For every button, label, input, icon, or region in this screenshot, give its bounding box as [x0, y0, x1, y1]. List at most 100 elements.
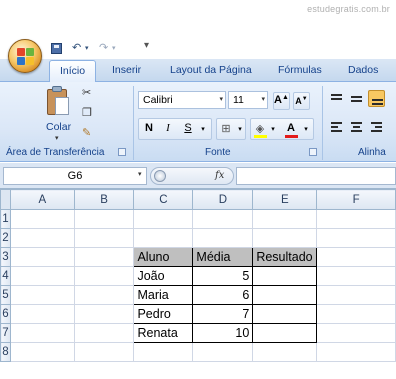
- row-header[interactable]: 3: [0, 247, 11, 267]
- header-cell-media[interactable]: Média: [192, 247, 254, 267]
- header-cell-aluno[interactable]: Aluno: [133, 247, 194, 267]
- cell[interactable]: [316, 266, 396, 286]
- aluno-cell[interactable]: Pedro: [133, 304, 194, 324]
- row-header[interactable]: 8: [0, 342, 11, 362]
- redo-dropdown-icon[interactable]: ▾: [112, 44, 116, 52]
- media-cell[interactable]: 6: [192, 285, 254, 305]
- media-cell[interactable]: 7: [192, 304, 254, 324]
- aluno-cell[interactable]: João: [133, 266, 194, 286]
- cell[interactable]: [73, 247, 135, 267]
- italic-button[interactable]: I: [160, 119, 176, 139]
- font-size-select[interactable]: 11 ▾: [228, 91, 268, 109]
- resultado-cell[interactable]: [252, 323, 318, 343]
- resultado-cell[interactable]: [252, 266, 318, 286]
- insert-function-button[interactable]: fx: [215, 170, 224, 181]
- undo-icon[interactable]: ↶: [72, 41, 81, 54]
- row-header[interactable]: 4: [0, 266, 11, 286]
- cell[interactable]: [9, 342, 75, 362]
- underline-button[interactable]: S: [180, 119, 196, 139]
- office-button[interactable]: [8, 39, 42, 73]
- font-name-select[interactable]: Calibri ▾: [138, 91, 226, 109]
- borders-dropdown-icon[interactable]: ▾: [235, 119, 245, 139]
- save-icon[interactable]: [51, 43, 62, 54]
- customize-toolbar-icon[interactable]: ▾: [144, 40, 149, 51]
- cell[interactable]: [316, 342, 396, 362]
- tab-layout-da-pagina[interactable]: Layout da Página: [170, 64, 252, 76]
- format-painter-icon[interactable]: ✎: [82, 126, 91, 139]
- cell[interactable]: [133, 228, 194, 248]
- align-top-icon[interactable]: [328, 90, 345, 107]
- name-box[interactable]: G6: [3, 167, 147, 185]
- copy-icon[interactable]: ❐: [82, 106, 92, 119]
- cell[interactable]: [9, 228, 75, 248]
- undo-dropdown-icon[interactable]: ▾: [85, 44, 89, 52]
- cell[interactable]: [73, 323, 135, 343]
- resultado-cell[interactable]: [252, 304, 318, 324]
- cell[interactable]: [192, 228, 254, 248]
- align-middle-icon[interactable]: [348, 90, 365, 107]
- cell[interactable]: [192, 342, 254, 362]
- row-header[interactable]: 5: [0, 285, 11, 305]
- column-header[interactable]: A: [9, 189, 75, 210]
- media-cell[interactable]: 5: [192, 266, 254, 286]
- column-header[interactable]: B: [73, 189, 135, 210]
- align-bottom-icon[interactable]: [368, 90, 385, 107]
- cell[interactable]: [252, 228, 318, 248]
- align-right-icon[interactable]: [368, 119, 385, 136]
- cell[interactable]: [73, 342, 135, 362]
- redo-icon[interactable]: ↷: [99, 41, 108, 54]
- bold-button[interactable]: N: [141, 119, 157, 139]
- row-header[interactable]: 6: [0, 304, 11, 324]
- tab-inserir[interactable]: Inserir: [112, 64, 141, 76]
- name-box-dropdown-icon[interactable]: ▾: [138, 170, 142, 178]
- cell[interactable]: [316, 285, 396, 305]
- cell[interactable]: [9, 266, 75, 286]
- tab-inicio[interactable]: Início: [49, 60, 97, 83]
- cell[interactable]: [9, 247, 75, 267]
- resultado-cell[interactable]: [252, 285, 318, 305]
- align-center-icon[interactable]: [348, 119, 365, 136]
- cell[interactable]: [9, 209, 75, 229]
- cell[interactable]: [73, 285, 135, 305]
- font-launcher-icon[interactable]: [309, 148, 317, 156]
- cell[interactable]: [316, 304, 396, 324]
- align-left-icon[interactable]: [328, 119, 345, 136]
- cell[interactable]: [73, 209, 135, 229]
- shrink-font-button[interactable]: A▼: [293, 92, 310, 110]
- cell[interactable]: [192, 209, 254, 229]
- row-header[interactable]: 1: [0, 209, 11, 229]
- media-cell[interactable]: 10: [192, 323, 254, 343]
- column-header[interactable]: E: [252, 189, 318, 210]
- cell[interactable]: [73, 304, 135, 324]
- column-header[interactable]: F: [316, 189, 396, 210]
- formula-input[interactable]: [236, 167, 396, 185]
- cell[interactable]: [9, 304, 75, 324]
- cell[interactable]: [252, 209, 318, 229]
- tab-dados[interactable]: Dados: [348, 64, 378, 76]
- column-header[interactable]: D: [192, 189, 254, 210]
- aluno-cell[interactable]: Maria: [133, 285, 194, 305]
- row-header[interactable]: 2: [0, 228, 11, 248]
- cell[interactable]: [252, 342, 318, 362]
- font-color-dropdown-icon[interactable]: ▾: [301, 119, 311, 139]
- grow-font-button[interactable]: A▲: [273, 92, 290, 110]
- cell[interactable]: [133, 342, 194, 362]
- underline-dropdown-icon[interactable]: ▾: [198, 119, 208, 139]
- cell[interactable]: [73, 266, 135, 286]
- tab-formulas[interactable]: Fórmulas: [278, 64, 322, 76]
- row-header[interactable]: 7: [0, 323, 11, 343]
- aluno-cell[interactable]: Renata: [133, 323, 194, 343]
- cell[interactable]: [316, 209, 396, 229]
- fill-color-dropdown-icon[interactable]: ▾: [268, 119, 278, 139]
- cell[interactable]: [9, 323, 75, 343]
- cell[interactable]: [133, 209, 194, 229]
- clipboard-launcher-icon[interactable]: [118, 148, 126, 156]
- cell[interactable]: [73, 228, 135, 248]
- cut-icon[interactable]: ✂: [82, 86, 91, 99]
- cell[interactable]: [316, 228, 396, 248]
- header-cell-resultado[interactable]: Resultado: [252, 247, 318, 267]
- select-all-corner[interactable]: [0, 189, 11, 210]
- formula-toggle-icon[interactable]: [154, 170, 166, 182]
- cell[interactable]: [316, 247, 396, 267]
- cell[interactable]: [316, 323, 396, 343]
